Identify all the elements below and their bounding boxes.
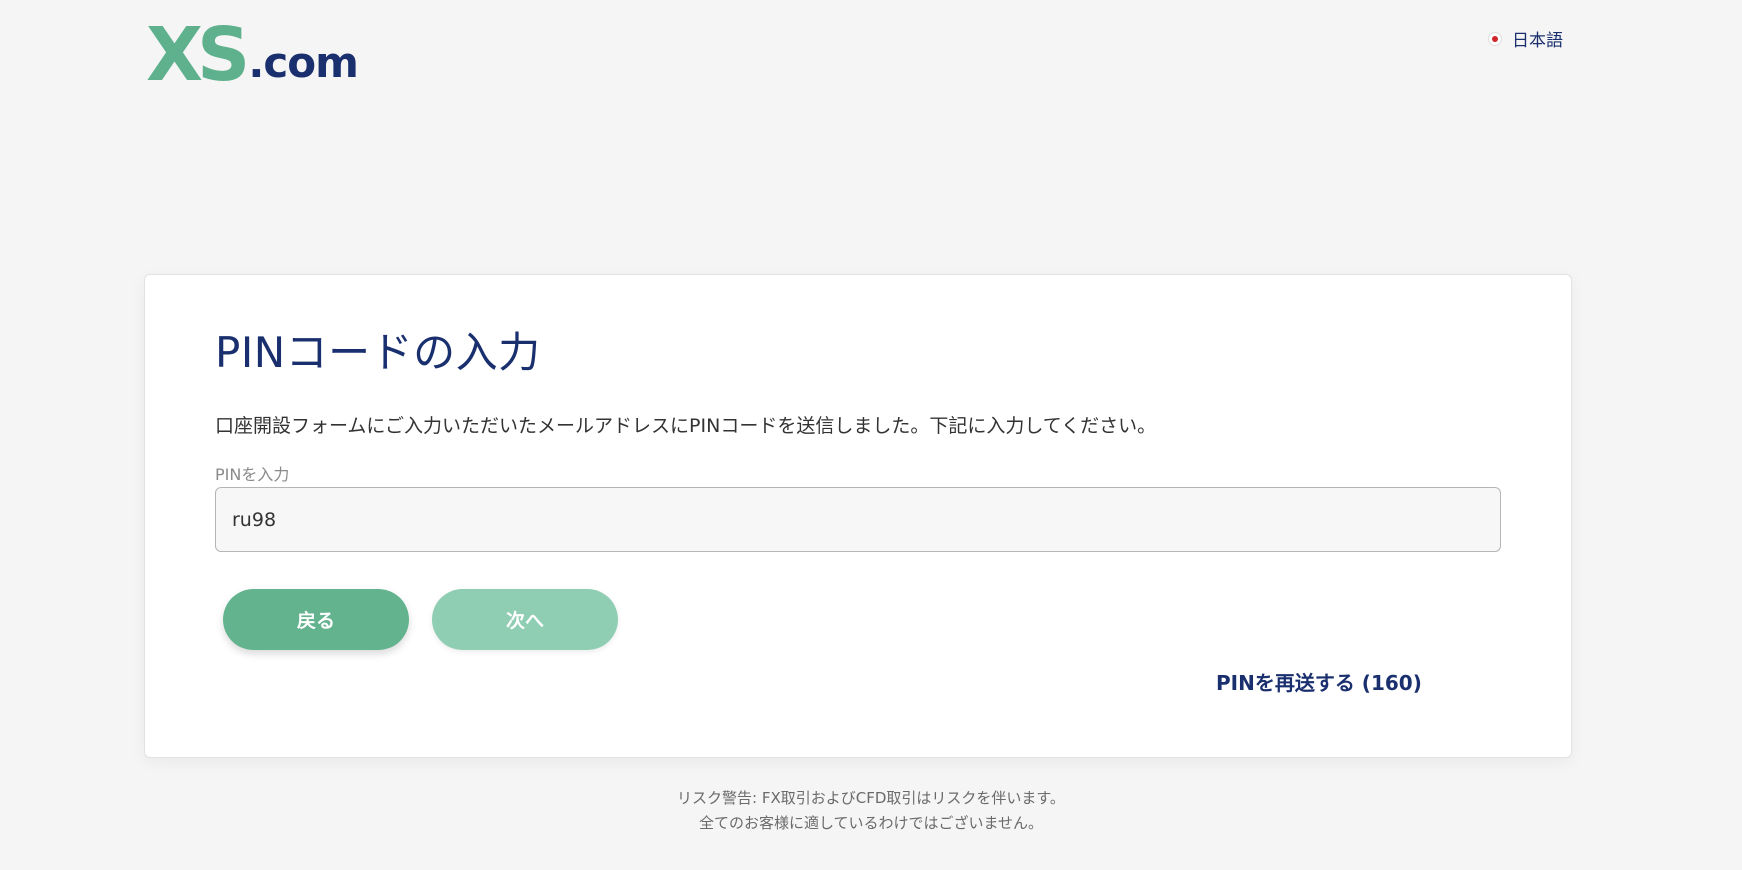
pin-description: 口座開設フォームにご入力いただいたメールアドレスにPINコードを送信しました。下… xyxy=(215,415,1157,437)
logo-xs-text: XS xyxy=(146,12,250,98)
pin-field-label: PINを入力 xyxy=(215,465,290,484)
language-label: 日本語 xyxy=(1512,31,1563,51)
next-button[interactable]: 次へ xyxy=(432,589,618,650)
pin-input[interactable] xyxy=(215,487,1501,552)
risk-warning-footer: リスク警告: FX取引およびCFD取引はリスクを伴います。 全てのお客様に適して… xyxy=(0,786,1742,836)
pin-card: PINコードの入力 口座開設フォームにご入力いただいたメールアドレスにPINコー… xyxy=(144,274,1572,758)
logo-com-text: .com xyxy=(248,38,358,87)
page: XS .com 日本語 PINコードの入力 口座開設フォームにご入力いただいたメ… xyxy=(0,0,1742,870)
risk-warning-line-2: 全てのお客様に適しているわけではございません。 xyxy=(698,814,1044,832)
back-button[interactable]: 戻る xyxy=(223,589,409,650)
risk-warning-line-1: リスク警告: FX取引およびCFD取引はリスクを伴います。 xyxy=(677,789,1065,807)
resend-pin-link[interactable]: PINを再送する (160) xyxy=(1216,667,1422,696)
page-title: PINコードの入力 xyxy=(215,328,541,377)
language-selector[interactable]: 日本語 xyxy=(1488,26,1563,51)
xs-logo[interactable]: XS .com xyxy=(146,12,359,98)
japan-flag-icon xyxy=(1488,31,1502,46)
